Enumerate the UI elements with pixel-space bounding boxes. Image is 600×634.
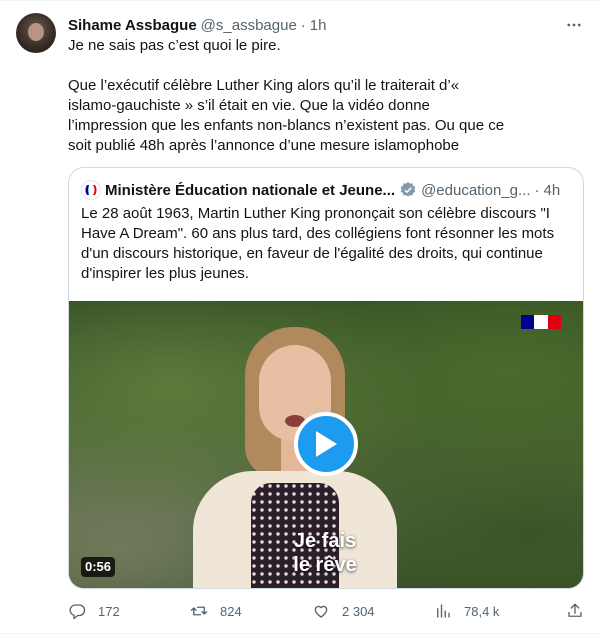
flag-red [547,315,561,329]
views-icon [437,604,450,618]
video-player[interactable]: Je fais le rêve 0:56 [69,301,583,588]
like-count: 2 304 [342,603,375,619]
more-icon[interactable] [564,15,584,35]
author-handle[interactable]: @s_assbague [201,17,297,34]
tweet-header: Sihame Assbague @s_assbague · 1h [68,15,584,35]
reply-button[interactable]: 172 [68,602,148,620]
avatar[interactable] [16,13,56,53]
reply-icon [69,604,86,620]
tweet[interactable]: Sihame Assbague @s_assbague · 1h Je ne s… [0,0,600,634]
separator-dot: · [534,181,540,199]
play-button[interactable] [294,412,358,476]
separator-dot: · [300,16,306,34]
repost-count: 824 [220,603,242,619]
views-count: 78,4 k [464,603,500,619]
quoted-tweet-header: Ministère Éducation nationale et Jeune..… [81,180,571,200]
republique-francaise-logo [81,180,101,200]
repost-icon [190,606,208,616]
video-subtitle: Je fais le rêve [265,529,385,577]
tweet-paragraph: Je ne sais pas c’est quoi le pire. [68,37,281,54]
quoted-author-name[interactable]: Ministère Éducation nationale et Jeune..… [105,182,395,199]
subtitle-line: Je fais [293,530,357,552]
quoted-tweet[interactable]: Ministère Éducation nationale et Jeune..… [68,167,584,589]
like-button[interactable]: 2 304 [312,602,392,620]
share-button[interactable] [566,602,584,620]
republique-francaise-logo [521,315,561,329]
reply-count: 172 [98,603,120,619]
tweet-text: Je ne sais pas c’est quoi le pire. Que l… [68,36,508,156]
timestamp[interactable]: 1h [310,17,327,34]
tweet-paragraph: Que l’exécutif célèbre Luther King alors… [68,77,505,154]
like-icon [314,605,328,618]
views-button[interactable]: 78,4 k [434,602,524,620]
verified-icon [399,181,417,199]
quoted-author-handle[interactable]: @education_g... [421,182,530,199]
repost-button[interactable]: 824 [190,602,270,620]
flag-white [534,315,548,329]
quoted-tweet-text: Le 28 août 1963, Martin Luther King pron… [81,205,555,282]
video-duration: 0:56 [81,557,116,577]
action-bar: 172 824 2 304 78,4 k [68,601,584,621]
author-name[interactable]: Sihame Assbague [68,17,197,34]
play-icon [316,431,337,457]
flag-blue [521,315,535,329]
quoted-timestamp[interactable]: 4h [544,182,561,199]
subtitle-line: le rêve [293,554,357,576]
share-icon [568,603,582,617]
